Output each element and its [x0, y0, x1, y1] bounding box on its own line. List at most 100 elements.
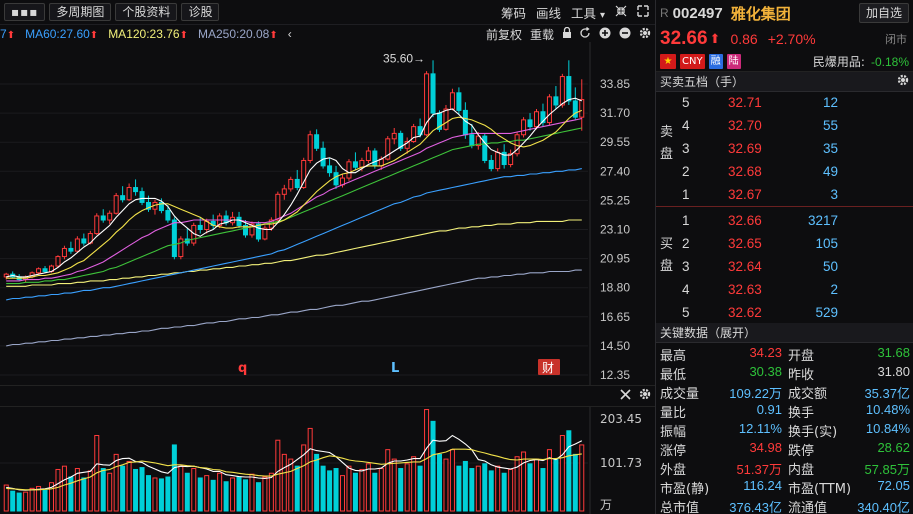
collapse-icon[interactable] — [615, 5, 627, 20]
more-menu-button[interactable]: ▪▪▪ — [4, 3, 46, 21]
stock-name: 雅化集团 — [730, 4, 791, 23]
sell-level-row[interactable]: 5 32.71 12 — [656, 92, 913, 114]
volume-chart[interactable]: 203.45 101.73 万 — [0, 407, 655, 514]
candle — [178, 236, 184, 260]
industry-change[interactable]: 民爆用品: -0.18% — [813, 53, 909, 70]
y-tick-label: 14.50 — [600, 339, 630, 353]
volume-bar — [508, 468, 514, 512]
order-book-settings-gear-icon[interactable] — [897, 74, 909, 89]
buy-level-row[interactable]: 4 32.63 2 — [656, 279, 913, 301]
volume-settings-gear-icon[interactable] — [639, 388, 651, 403]
settings-gear-icon[interactable] — [639, 27, 651, 42]
multi-period-button[interactable]: 多周期图 — [49, 3, 112, 21]
chips-button[interactable]: 筹码 — [501, 3, 526, 22]
book-divider — [656, 206, 913, 207]
candlestick-chart[interactable]: 33.85 31.70 29.55 27.40 25.25 23.10 20.95 18.80… — [0, 42, 655, 385]
level-number: 3 — [682, 141, 690, 156]
order-book-title-text: 买卖五档（手） — [660, 75, 745, 89]
candle-body — [301, 159, 307, 189]
candle-body — [61, 247, 67, 258]
key-data-title[interactable]: 关键数据（展开） — [656, 323, 913, 343]
high-price-marker: 35.60→ — [383, 51, 425, 65]
candle — [456, 87, 462, 115]
connect-tag[interactable]: 陆 — [726, 54, 741, 69]
volume-bar — [184, 472, 190, 512]
buy-level-row[interactable]: 2 32.65 105 — [656, 233, 913, 255]
candle-body — [42, 268, 48, 272]
undo-icon[interactable] — [580, 26, 591, 41]
volume-bar — [294, 465, 300, 512]
candle-body — [81, 238, 87, 244]
stock-info-button[interactable]: 个股资料 — [115, 3, 178, 21]
diagnose-button[interactable]: 诊股 — [181, 3, 220, 21]
volume-bar — [139, 467, 145, 512]
candle-body — [275, 193, 281, 221]
buy-level-row[interactable]: 1 32.66 3217 — [656, 210, 913, 232]
candle-body — [320, 147, 326, 167]
margin-tag[interactable]: 融 — [708, 54, 723, 69]
volume-bar — [411, 456, 417, 512]
chart-toolbar: ▪▪▪ 多周期图 个股资料 诊股 筹码 画线 工具 ▾ — [0, 0, 655, 24]
key-data-row: 最高 34.23 开盘 31.68 — [656, 343, 913, 364]
expand-icon[interactable] — [637, 4, 649, 20]
pre-adjust-button[interactable]: 前复权 — [486, 26, 522, 43]
key-data-table: 最高 34.23 开盘 31.68 最低 30.38 昨收 31.80 成交量 109.22万 成交… — [656, 343, 913, 514]
volume-bar — [42, 489, 48, 512]
level-price: 32.66 — [728, 213, 762, 228]
industry-pct: -0.18% — [870, 55, 909, 69]
level-volume: 3217 — [807, 213, 838, 228]
zoom-out-icon[interactable] — [619, 27, 631, 42]
candle-body — [430, 73, 436, 114]
volume-bar — [579, 444, 585, 512]
order-book-title[interactable]: 买卖五档（手） — [656, 72, 913, 92]
candle-body — [372, 150, 378, 167]
level-price: 32.62 — [728, 305, 762, 320]
candle — [553, 86, 559, 110]
cny-tag[interactable]: CNY — [680, 54, 705, 69]
tools-menu[interactable]: 工具 ▾ — [571, 3, 605, 22]
volume-bar — [16, 492, 22, 512]
volume-bar — [171, 444, 177, 512]
key-data-value: 0.91 — [756, 402, 782, 417]
candle-body — [36, 268, 42, 274]
candle-body — [307, 134, 313, 161]
sell-level-row[interactable]: 3 32.69 35 — [656, 138, 913, 160]
candle — [430, 60, 436, 118]
drawing-button[interactable]: 画线 — [536, 3, 561, 22]
key-data-label: 总市值 — [660, 501, 700, 514]
candle — [449, 88, 455, 111]
candle-body — [294, 178, 300, 189]
candle — [521, 117, 527, 138]
volume-bar — [197, 477, 203, 512]
key-data-value: 34.98 — [749, 440, 782, 455]
level-number: 4 — [682, 282, 690, 297]
ma-scroll-left-icon[interactable]: ‹ — [288, 27, 292, 41]
key-data-row: 成交量 109.22万 成交额 35.37亿 — [656, 381, 913, 402]
lock-icon[interactable] — [562, 26, 572, 41]
buy-level-row[interactable]: 5 32.62 529 — [656, 302, 913, 324]
zoom-in-icon[interactable] — [599, 27, 611, 42]
add-watchlist-button[interactable]: 加自选 — [858, 3, 909, 23]
candle — [42, 266, 48, 273]
candle — [352, 152, 358, 170]
volume-close-icon[interactable] — [620, 388, 631, 403]
volume-bar — [61, 465, 67, 512]
volume-bar — [81, 477, 87, 512]
level-price: 32.67 — [728, 187, 762, 202]
candle — [249, 221, 255, 238]
level-price: 32.68 — [728, 164, 762, 179]
sell-level-row[interactable]: 1 32.67 3 — [656, 184, 913, 206]
reload-button[interactable]: 重载 — [530, 26, 554, 43]
sell-level-row[interactable]: 4 32.70 55 — [656, 115, 913, 137]
candle — [320, 141, 326, 169]
candle-body — [546, 96, 552, 124]
candle-body — [553, 96, 559, 106]
candle — [36, 267, 42, 275]
buy-level-row[interactable]: 3 32.64 50 — [656, 256, 913, 278]
candle — [546, 94, 552, 126]
sell-level-row[interactable]: 2 32.68 49 — [656, 161, 913, 183]
level-price: 32.63 — [728, 282, 762, 297]
key-data-value: 31.68 — [877, 345, 910, 360]
candle-body — [126, 187, 132, 201]
candle-body — [120, 195, 126, 201]
